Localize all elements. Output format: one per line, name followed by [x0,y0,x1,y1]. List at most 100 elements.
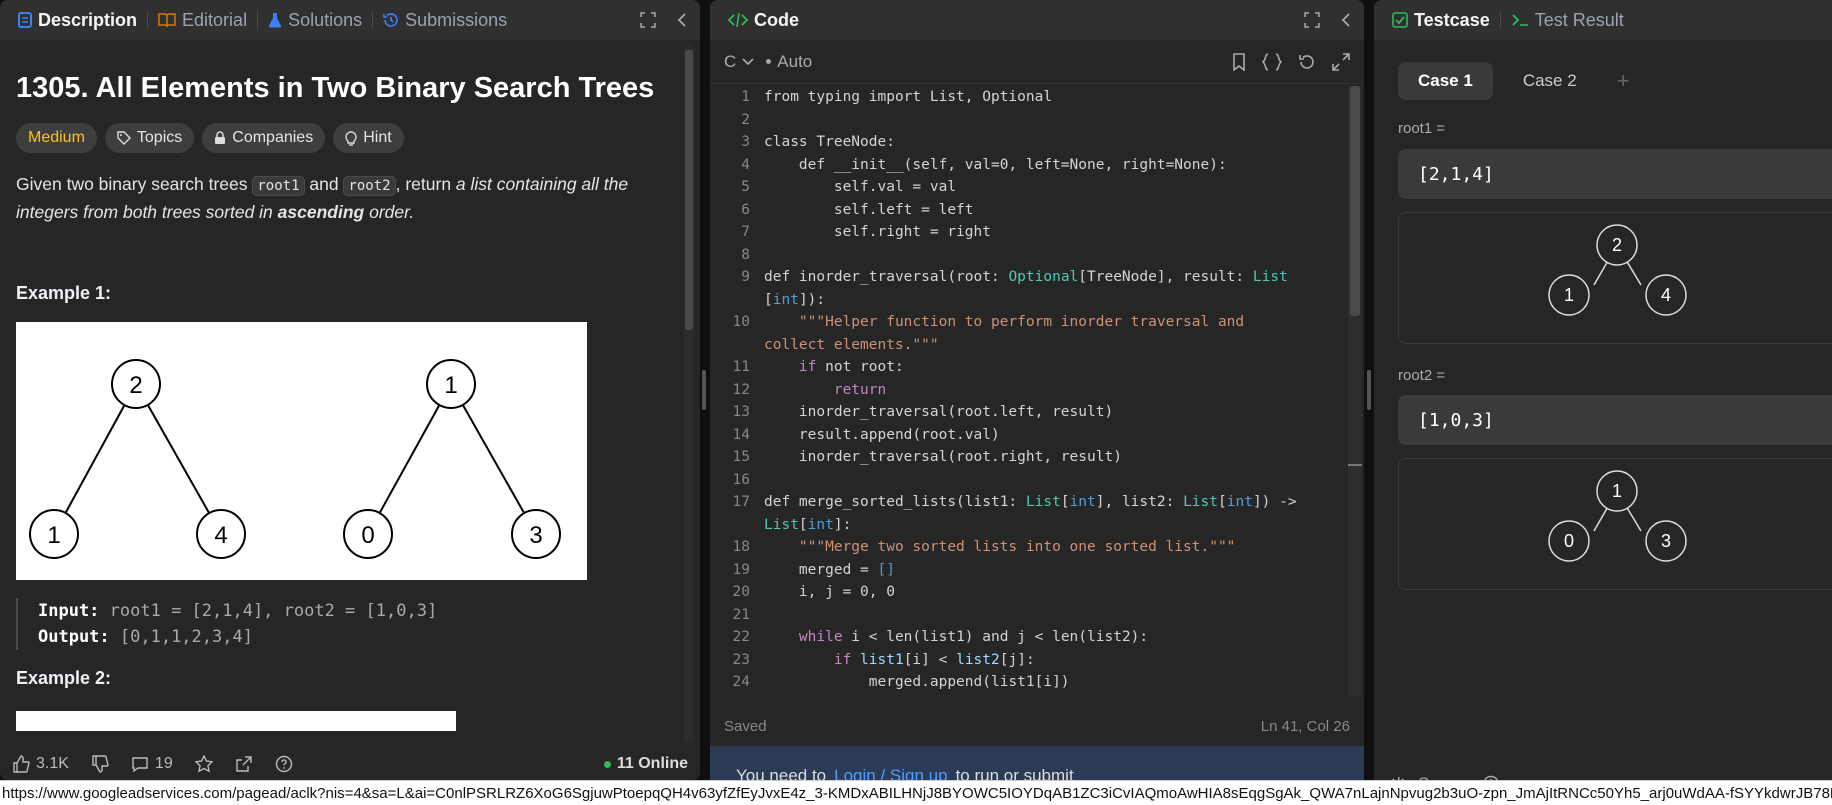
line-number: 12 [732,381,750,398]
tree1-left: 1 [47,522,60,549]
like-count: 3.1K [36,755,69,772]
like-button[interactable]: 3.1K [12,755,69,773]
code-line[interactable]: 18 """Merge two sorted lists into one so… [710,536,1348,559]
input-label: Input: [38,601,100,621]
reset-icon[interactable] [1298,53,1316,71]
expand-icon[interactable] [1332,52,1350,71]
panel-resize-handle[interactable] [1367,370,1371,410]
editor-scrollbar[interactable] [1348,86,1362,696]
code-editor[interactable]: 1 from typing import List, Optional 2 3 clas… [710,86,1348,696]
star-icon[interactable] [194,755,213,773]
code-text: result.append(root.val) [764,424,1000,447]
tab-testcase[interactable]: Testcase [1386,10,1496,31]
code-line[interactable]: 16 [710,469,1348,492]
language-select[interactable]: C [724,52,754,72]
code-line[interactable]: 1 from typing import List, Optional [710,86,1348,109]
code-token: if [833,651,852,668]
code-line[interactable]: 21 [710,604,1348,627]
maximize-icon[interactable] [640,12,656,28]
thumbs-down-icon[interactable] [91,755,109,773]
code-line[interactable]: 15 inorder_traversal(root.right, result) [710,446,1348,469]
code-text: class TreeNode: [764,131,895,154]
tab-submissions[interactable]: Submissions [377,10,513,31]
code-line[interactable]: 11 if not root: [710,356,1348,379]
tab-code[interactable]: Code [722,10,805,31]
code-token: int [807,516,834,533]
panel-resize-handle[interactable] [702,370,706,410]
tab-editorial[interactable]: Editorial [152,10,253,31]
code-token: def __init__(self, val=0, left=None, rig… [764,156,1227,173]
code-line[interactable]: [int]): [710,289,1348,312]
topics-chip[interactable]: Topics [104,123,195,153]
code-text: """Merge two sorted lists into one sorte… [764,536,1236,559]
case-1-tab[interactable]: Case 1 [1398,62,1493,100]
code-line[interactable]: 9 def inorder_traversal(root: Optional[Tr… [710,266,1348,289]
case-2-tab[interactable]: Case 2 [1503,62,1597,100]
collapse-left-icon[interactable] [676,12,688,28]
code-line[interactable]: 22 while i < len(list1) and j < len(list… [710,626,1348,649]
thumbs-up-icon [12,755,30,773]
code-line[interactable]: 3 class TreeNode: [710,131,1348,154]
code-line[interactable]: 5 self.val = val [710,176,1348,199]
mode-select[interactable]: Auto [766,52,812,72]
code-line[interactable]: 23 if list1[i] < list2[j]: [710,649,1348,672]
tab-solutions[interactable]: Solutions [262,10,368,31]
checkbox-icon [1392,12,1408,28]
code-line[interactable]: 17 def merge_sorted_lists(list1: List[int… [710,491,1348,514]
code-token: ]) -> [1252,494,1297,510]
code-line[interactable]: 4 def __init__(self, val=0, left=None, r… [710,154,1348,177]
code-line[interactable]: 8 [710,244,1348,267]
line-number: 4 [741,156,750,173]
companies-chip[interactable]: Companies [202,123,326,153]
root2-input[interactable]: [1,0,3] [1398,395,1832,445]
share-icon[interactable] [235,755,253,773]
document-icon [18,12,32,28]
code-text: from typing import List, Optional [764,86,1052,109]
root1-input[interactable]: [2,1,4] [1398,149,1832,199]
problem-chips: Medium Topics Companies Hint [16,123,681,153]
code-token: self.left = left [764,201,974,218]
line-number: 1 [741,89,750,105]
add-case-button[interactable]: + [1607,68,1640,94]
code-line[interactable]: 19 merged = [] [710,559,1348,582]
history-icon [383,12,399,28]
collapse-left-icon[interactable] [1340,12,1352,28]
code-line[interactable]: List[int]: [710,514,1348,537]
code-line[interactable]: 24 merged.append(list1[i]) [710,671,1348,694]
maximize-icon[interactable] [1304,12,1320,28]
help-icon[interactable] [275,755,293,773]
scrollbar-thumb[interactable] [685,50,693,330]
comment-icon [131,755,149,773]
line-number: 5 [741,179,750,195]
comments-button[interactable]: 19 [131,755,173,773]
code-line[interactable]: 20 i, j = 0, 0 [710,581,1348,604]
tree2-left: 0 [361,522,374,549]
tab-description[interactable]: Description [12,10,143,31]
tag-icon [117,131,131,145]
tab-test-result-label: Test Result [1534,9,1624,30]
tab-test-result[interactable]: Test Result [1505,10,1630,31]
tab-testcase-label: Testcase [1414,9,1490,30]
code-line[interactable]: 12 return [710,379,1348,402]
code-line[interactable]: 13 inorder_traversal(root.left, result) [710,401,1348,424]
format-braces-icon[interactable] [1262,52,1282,71]
code-text: while i < len(list1) and j < len(list2): [764,626,1148,649]
statement-text: and [304,174,344,194]
description-scrollbar[interactable] [684,46,694,742]
online-count: 11 Online [616,755,688,772]
code-text: if list1[i] < list2[j]: [764,649,1035,672]
code-line[interactable]: 14 result.append(root.val) [710,424,1348,447]
code-token: self.right = right [764,224,991,240]
code-token: i < len(list1) and j < len(list2): [842,629,1149,645]
editor-scrollbar-thumb[interactable] [1350,86,1360,316]
code-line[interactable]: collect elements.""" [710,334,1348,357]
code-line[interactable]: 10 """Helper function to perform inorder… [710,311,1348,334]
code-text: i, j = 0, 0 [764,581,895,604]
hint-chip[interactable]: Hint [333,123,404,153]
code-line[interactable]: 2 [710,109,1348,132]
code-line[interactable]: 6 self.left = left [710,199,1348,222]
root1-tree-root: 2 [1612,235,1622,255]
bookmark-icon[interactable] [1232,52,1246,71]
code-line[interactable]: 7 self.right = right [710,221,1348,244]
